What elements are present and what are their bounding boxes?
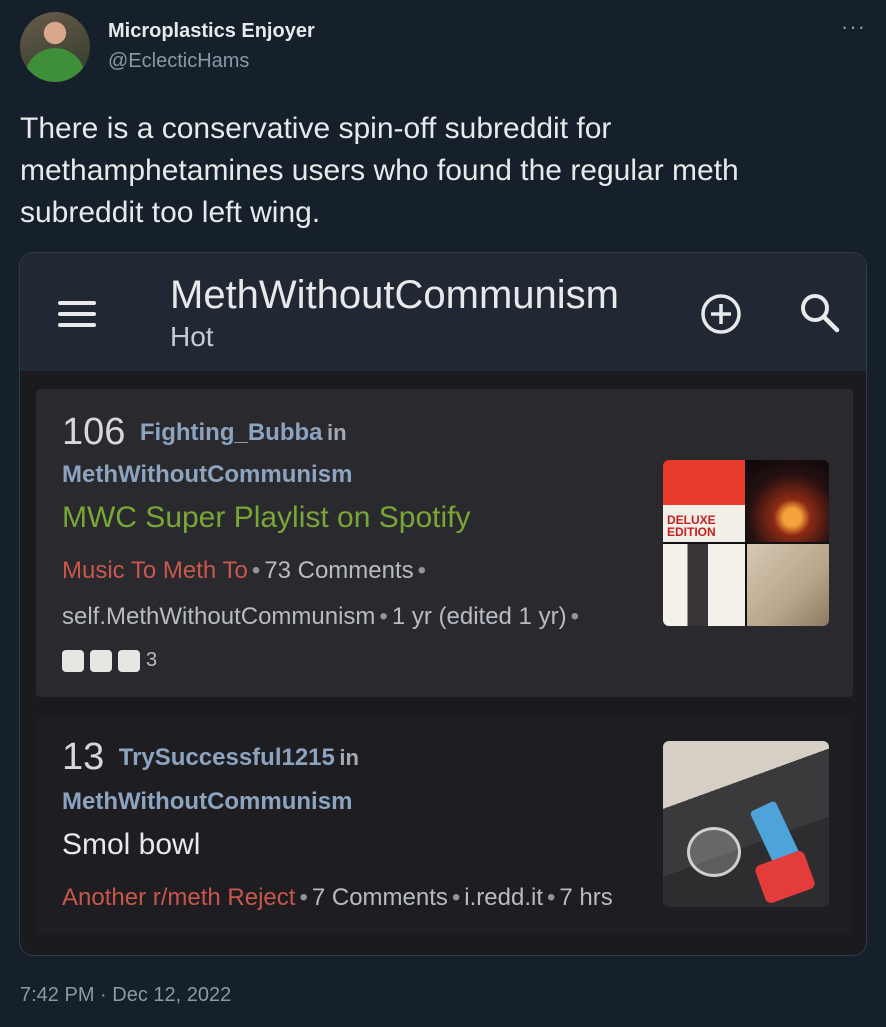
post-score: 106 [62, 411, 126, 453]
post-author[interactable]: Fighting_Bubba [140, 419, 323, 446]
post-domain: self.MethWithoutCommunism [62, 603, 376, 630]
post-flair[interactable]: Another r/meth Reject [62, 884, 295, 911]
post-meta-line1: Music To Meth To • 73 Comments • [62, 557, 427, 584]
award-icon [90, 649, 112, 672]
menu-icon[interactable] [58, 301, 96, 327]
post-subreddit[interactable]: MethWithoutCommunism [62, 461, 352, 489]
tweet-header: Microplastics Enjoyer @EclecticHams ··· [20, 10, 866, 86]
post-flair[interactable]: Music To Meth To [62, 557, 248, 584]
post-item[interactable]: 13 TrySuccessful1215 in MethWithoutCommu… [36, 716, 853, 934]
sort-label[interactable]: Hot [170, 321, 214, 353]
post-comments[interactable]: 73 Comments [264, 557, 413, 584]
post-header: 13 TrySuccessful1215 in [62, 736, 359, 779]
author-name[interactable]: Microplastics Enjoyer [108, 20, 315, 43]
add-circle-icon[interactable] [700, 293, 742, 335]
post-title[interactable]: MWC Super Playlist on Spotify [62, 501, 470, 535]
post-meta-line2: self.MethWithoutCommunism • 1 yr (edited 1… [62, 603, 579, 630]
post-thumbnail[interactable] [663, 741, 829, 907]
lighter-shape [753, 849, 817, 905]
post-header: 106 Fighting_Bubba in [62, 411, 347, 454]
avatar[interactable] [20, 12, 90, 82]
tweet-text: There is a conservative spin-off subredd… [20, 112, 739, 229]
more-options-icon[interactable]: ··· [841, 14, 866, 40]
in-label: in [339, 745, 359, 770]
post-item[interactable]: 106 Fighting_Bubba in MethWithoutCommuni… [36, 389, 853, 697]
album-cover [747, 460, 829, 542]
award-icon [62, 649, 84, 672]
award-icon [118, 649, 140, 672]
album-cover [663, 544, 745, 626]
album-cover [747, 544, 829, 626]
post-title[interactable]: Smol bowl [62, 828, 200, 862]
album-cover: DELUXE EDITION [663, 460, 745, 542]
award-count: 3 [146, 649, 158, 671]
awards-row: 3 [62, 649, 157, 672]
post-comments[interactable]: 7 Comments [312, 884, 448, 911]
post-thumbnail[interactable]: DELUXE EDITION [663, 460, 829, 626]
post-domain: i.redd.it [464, 884, 543, 911]
subreddit-title: MethWithoutCommunism [170, 273, 620, 317]
tweet-timestamp[interactable]: 7:42 PM · Dec 12, 2022 [20, 984, 231, 1007]
bowl-shape [687, 827, 741, 877]
post-score: 13 [62, 736, 105, 778]
embedded-screenshot[interactable]: MethWithoutCommunism Hot 106 Fighting_Bu… [19, 252, 867, 956]
app-bar: MethWithoutCommunism Hot [20, 253, 866, 371]
post-author[interactable]: TrySuccessful1215 [119, 744, 335, 771]
deluxe-label: DELUXE EDITION [667, 513, 716, 539]
post-meta-line1: Another r/meth Reject • 7 Comments • i.redd.… [62, 884, 613, 911]
post-age: 1 yr (edited 1 yr) [391, 603, 567, 630]
post-subreddit[interactable]: MethWithoutCommunism [62, 788, 352, 816]
in-label: in [326, 420, 347, 445]
author-handle[interactable]: @EclecticHams [108, 50, 249, 73]
search-icon[interactable] [798, 291, 842, 335]
post-age: 7 hrs [559, 884, 613, 911]
